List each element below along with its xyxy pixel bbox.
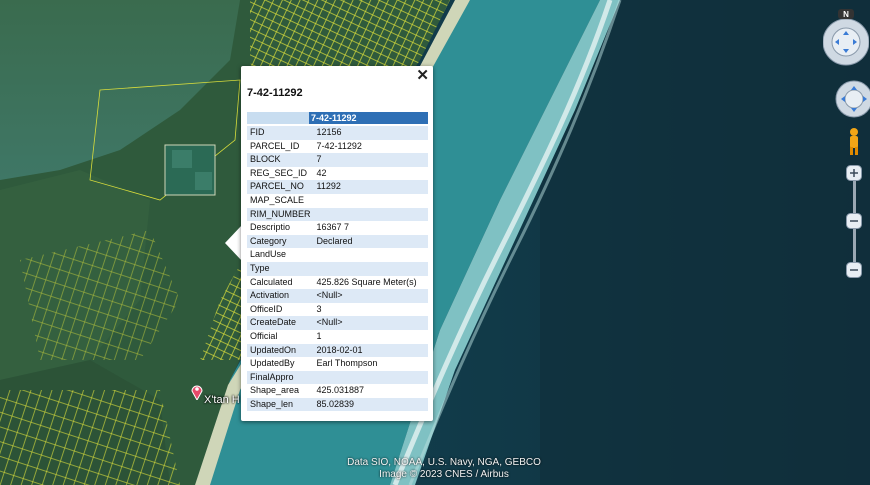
attribute-row: OfficeID 3: [247, 302, 428, 317]
attribute-row: MAP_SCALE: [247, 193, 428, 208]
attribute-key: Type: [247, 261, 314, 276]
attribute-key: RIM_NUMBER: [247, 207, 314, 222]
attribute-row: Descriptio 16367 7: [247, 221, 428, 235]
attribute-row: UpdatedOn 2018-02-01: [247, 343, 428, 358]
attribute-key: FinalAppro: [247, 370, 314, 385]
attribute-table: FID 12156 PARCEL_ID 7-42-11292 BLOCK 7 REG_SEC…: [247, 126, 428, 412]
attribute-row: CreateDate <Null>: [247, 316, 428, 330]
parcel-info-popup: ✕ 7-42-11292 7-42-11292 FID 12156 PARCEL_I…: [241, 66, 433, 421]
attribute-value: 12156: [313, 126, 428, 140]
zoom-in-button[interactable]: [846, 165, 862, 186]
attribution-line-1: Data SIO, NOAA, U.S. Navy, NGA, GEBCO: [347, 457, 541, 468]
attribute-row: RIM_NUMBER: [247, 207, 428, 222]
attribute-row: PARCEL_NO 11292: [247, 180, 428, 194]
attribute-key: UpdatedOn: [247, 343, 314, 358]
attribute-key: MAP_SCALE: [247, 193, 314, 208]
attribute-key: BLOCK: [247, 153, 314, 167]
attribute-row: Shape_len 85.02839: [247, 397, 428, 412]
attribute-row: Shape_area 425.031887: [247, 384, 428, 398]
attribute-value: 7-42-11292: [313, 139, 428, 154]
attribute-key: Descriptio: [247, 221, 314, 235]
attribute-key: REG_SEC_ID: [247, 166, 314, 181]
attribute-value: 2018-02-01: [313, 343, 428, 358]
attribute-row: UpdatedBy Earl Thompson: [247, 357, 428, 371]
attribute-value: <Null>: [313, 289, 428, 303]
attribute-row: REG_SEC_ID 42: [247, 166, 428, 181]
attribute-row: Calculated 425.826 Square Meter(s): [247, 275, 428, 290]
attribute-key: UpdatedBy: [247, 357, 314, 371]
popup-header-bar: 7-42-11292: [247, 112, 428, 124]
attribute-value: [313, 193, 428, 208]
attribute-row: Official 1: [247, 329, 428, 344]
attribute-key: Calculated: [247, 275, 314, 290]
attribute-value: 425.031887: [313, 384, 428, 398]
attribute-row: Category Declared: [247, 234, 428, 249]
satellite-map[interactable]: [0, 0, 870, 485]
popup-header-value: 7-42-11292: [311, 113, 357, 123]
attribute-key: FID: [247, 126, 314, 140]
attribute-value: 16367 7: [313, 221, 428, 235]
attribute-value: 3: [313, 302, 428, 317]
attribute-value: <Null>: [313, 316, 428, 330]
attribute-key: OfficeID: [247, 302, 314, 317]
attribute-value: 11292: [313, 180, 428, 194]
attribute-value: Earl Thompson: [313, 357, 428, 371]
zoom-out-button[interactable]: [846, 262, 862, 283]
close-icon[interactable]: ✕: [416, 68, 429, 83]
attribute-value: 85.02839: [313, 397, 428, 412]
look-control[interactable]: [835, 80, 870, 123]
attribute-key: PARCEL_ID: [247, 139, 314, 154]
attribution-line-2: Image © 2023 CNES / Airbus: [379, 469, 509, 480]
attribute-value: [313, 261, 428, 276]
attribute-value: [313, 207, 428, 222]
attribute-row: BLOCK 7: [247, 153, 428, 167]
attribute-row: Type: [247, 261, 428, 276]
attribute-row: Activation <Null>: [247, 289, 428, 303]
place-marker-icon[interactable]: [191, 384, 203, 405]
attribute-value: [313, 370, 428, 385]
attribute-key: CreateDate: [247, 316, 314, 330]
attribute-value: 7: [313, 153, 428, 167]
popup-header-left: [247, 112, 309, 124]
popup-pointer: [225, 225, 242, 261]
attribute-row: LandUse: [247, 248, 428, 262]
attribute-value: 42: [313, 166, 428, 181]
attribute-row: FID 12156: [247, 126, 428, 140]
attribute-key: Activation: [247, 289, 314, 303]
attribute-row: PARCEL_ID 7-42-11292: [247, 139, 428, 154]
attribute-key: Shape_area: [247, 384, 314, 398]
compass-control[interactable]: N: [822, 9, 870, 76]
attribute-value: 1: [313, 329, 428, 344]
popup-title: 7-42-11292: [247, 87, 303, 99]
attribute-row: FinalAppro: [247, 370, 428, 385]
compass-north-label: N: [843, 10, 849, 19]
attribute-value: 425.826 Square Meter(s): [313, 275, 428, 290]
attribute-key: Official: [247, 329, 314, 344]
zoom-slider-handle[interactable]: [846, 213, 862, 234]
attribute-key: LandUse: [247, 248, 314, 262]
attribute-key: Shape_len: [247, 397, 314, 412]
attribute-key: PARCEL_NO: [247, 180, 314, 194]
place-label[interactable]: X'tan H: [204, 394, 240, 406]
attribute-value: Declared: [313, 234, 428, 249]
attribute-value: [313, 248, 428, 262]
street-view-pegman-icon[interactable]: [846, 127, 862, 162]
attribute-key: Category: [247, 234, 314, 249]
